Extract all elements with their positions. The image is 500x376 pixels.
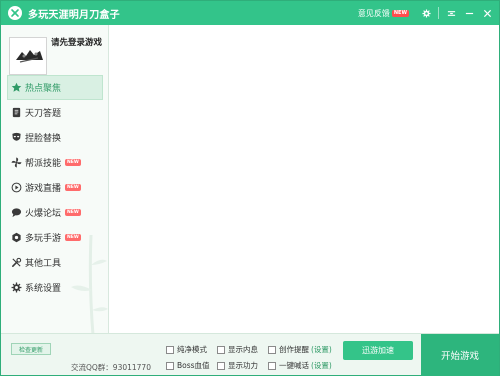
- sidebar-item-live-stream[interactable]: 游戏直播 NEW: [7, 175, 103, 200]
- avatar[interactable]: [9, 37, 47, 75]
- sidebar: 请先登录游戏 热点聚焦 天刀答题 捏脸替换 帮派技能 NEW 游戏直播 NEW …: [1, 25, 109, 335]
- show-content-label: 显示内息: [228, 345, 258, 354]
- sidebar-item-label: 多玩手游: [25, 234, 62, 244]
- show-power-option[interactable]: 显示功力: [217, 360, 258, 371]
- boss-hp-label: Boss血值: [177, 361, 210, 370]
- one-key-shout-option[interactable]: 一键喊话 (设置): [268, 360, 332, 371]
- feedback-link[interactable]: 意见反馈 NEW: [358, 8, 409, 19]
- star-icon: [11, 82, 22, 93]
- boss-hp-option[interactable]: Boss血值: [166, 360, 210, 371]
- creation-reminder-settings-link[interactable]: (设置): [311, 344, 332, 355]
- qq-group-text: 交流QQ群：93011770: [71, 363, 151, 372]
- one-key-shout-checkbox[interactable]: [268, 361, 276, 370]
- sidebar-item-label: 热点聚焦: [25, 84, 62, 94]
- new-badge: NEW: [65, 159, 81, 166]
- pure-mode-checkbox[interactable]: [166, 345, 174, 354]
- new-badge: NEW: [391, 9, 409, 17]
- menu-icon: [447, 10, 455, 16]
- pure-mode-option[interactable]: 纯净模式: [166, 344, 207, 355]
- sidebar-item-label: 捏脸替换: [25, 134, 62, 144]
- sidebar-item-label: 游戏直播: [25, 184, 62, 194]
- notebook-icon: [11, 107, 22, 118]
- show-power-checkbox[interactable]: [217, 361, 225, 370]
- start-game-button[interactable]: 开始游戏: [421, 334, 499, 376]
- sidebar-item-label: 其他工具: [25, 259, 62, 269]
- show-content-option[interactable]: 显示内息: [217, 344, 258, 355]
- sidebar-item-face-swap[interactable]: 捏脸替换: [7, 125, 103, 150]
- new-badge: NEW: [65, 184, 81, 191]
- title-bar[interactable]: 多玩天涯明月刀盒子 意见反馈 NEW: [1, 1, 499, 25]
- check-update-button[interactable]: 检查更新: [11, 343, 51, 355]
- close-icon: [483, 9, 491, 17]
- one-key-shout-label: 一键喊话: [279, 361, 309, 370]
- sidebar-item-label: 天刀答题: [25, 109, 62, 119]
- sidebar-item-quiz[interactable]: 天刀答题: [7, 100, 103, 125]
- hexagon-icon: [11, 232, 22, 243]
- feedback-label: 意见反馈: [357, 8, 390, 18]
- sidebar-item-label: 火爆论坛: [25, 209, 62, 219]
- creation-reminder-label: 创作提醒: [279, 345, 309, 354]
- main-content-area: [109, 25, 499, 333]
- one-key-shout-settings-link[interactable]: (设置): [311, 360, 332, 371]
- title-divider: [438, 7, 439, 19]
- boss-hp-checkbox[interactable]: [166, 361, 174, 370]
- show-power-label: 显示功力: [228, 361, 258, 370]
- mask-icon: [11, 132, 22, 143]
- menu-button[interactable]: [442, 1, 460, 25]
- login-prompt[interactable]: 请先登录游戏: [51, 36, 102, 48]
- sidebar-item-forum[interactable]: 火爆论坛 NEW: [7, 200, 103, 225]
- gear-icon: [421, 8, 431, 18]
- window-title: 多玩天涯明月刀盒子: [28, 9, 120, 21]
- close-button[interactable]: [478, 1, 496, 25]
- sidebar-item-label: 系统设置: [25, 284, 62, 294]
- sidebar-item-label: 帮派技能: [25, 159, 62, 169]
- bamboo-decoration: [71, 235, 108, 335]
- creation-reminder-checkbox[interactable]: [268, 345, 276, 354]
- new-badge: NEW: [65, 209, 81, 216]
- settings-button[interactable]: [417, 1, 435, 25]
- app-logo-icon: [8, 6, 22, 20]
- tools-icon: [11, 257, 22, 268]
- gear-icon: [11, 282, 22, 293]
- pure-mode-label: 纯净模式: [177, 345, 207, 354]
- profile-card[interactable]: 请先登录游戏: [7, 31, 104, 81]
- chat-bubble-icon: [11, 207, 22, 218]
- show-content-checkbox[interactable]: [217, 345, 225, 354]
- minimize-button[interactable]: [460, 1, 478, 25]
- speed-boost-button[interactable]: 迅游加速: [343, 341, 413, 360]
- pinwheel-icon: [11, 157, 22, 168]
- play-icon: [11, 182, 22, 193]
- creation-reminder-option[interactable]: 创作提醒 (设置): [268, 344, 332, 355]
- bottom-bar: 检查更新 交流QQ群：93011770 纯净模式 显示内息 创作提醒 (设置) …: [1, 333, 499, 376]
- minimize-icon: [465, 12, 473, 14]
- app-window: 多玩天涯明月刀盒子 意见反馈 NEW 请先登录游戏 热点聚焦 天刀答题 捏脸替换…: [0, 0, 500, 376]
- sidebar-item-guild-skills[interactable]: 帮派技能 NEW: [7, 150, 103, 175]
- sidebar-item-hot-focus[interactable]: 热点聚焦: [7, 75, 103, 100]
